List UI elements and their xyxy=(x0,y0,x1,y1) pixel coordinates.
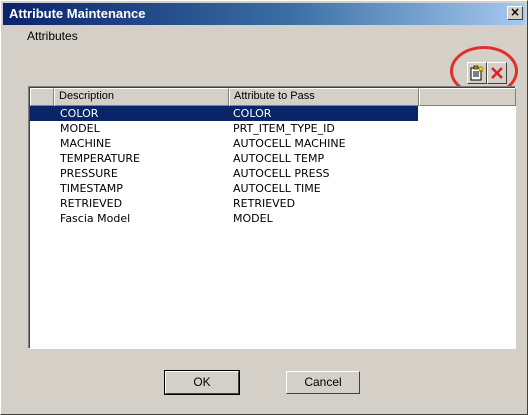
list-rows: COLOR COLOR MODEL PRT_ITEM_TYPE_ID MACHI… xyxy=(30,106,516,226)
table-row[interactable]: Fascia Model MODEL xyxy=(30,211,516,226)
title-bar[interactable]: Attribute Maintenance × xyxy=(3,3,525,25)
cell-attribute: PRT_ITEM_TYPE_ID xyxy=(233,122,335,135)
table-row[interactable]: RETRIEVED RETRIEVED xyxy=(30,196,516,211)
table-row[interactable]: TIMESTAMP AUTOCELL TIME xyxy=(30,181,516,196)
attributes-list[interactable]: Description Attribute to Pass COLOR COLO… xyxy=(28,86,516,349)
cell-attribute: RETRIEVED xyxy=(233,197,296,210)
header-filler xyxy=(419,88,516,106)
new-record-icon xyxy=(470,65,485,81)
cell-attribute: MODEL xyxy=(233,212,273,225)
ok-button[interactable]: OK xyxy=(164,370,240,395)
cell-attribute: AUTOCELL MACHINE xyxy=(233,137,346,150)
cell-description: RETRIEVED xyxy=(60,197,123,210)
window-title: Attribute Maintenance xyxy=(9,6,146,21)
cancel-button[interactable]: Cancel xyxy=(286,371,360,394)
attributes-group-label: Attributes xyxy=(27,29,78,43)
column-header-description[interactable]: Description xyxy=(54,88,229,106)
cell-description: MACHINE xyxy=(60,137,112,150)
delete-record-button[interactable] xyxy=(487,62,507,84)
cell-description: Fascia Model xyxy=(60,212,131,225)
cell-description: PRESSURE xyxy=(60,167,118,180)
cell-description: TIMESTAMP xyxy=(60,182,123,195)
cell-description: TEMPERATURE xyxy=(60,152,140,165)
table-row[interactable]: MODEL PRT_ITEM_TYPE_ID xyxy=(30,121,516,136)
header-selector-cell[interactable] xyxy=(30,88,54,106)
cell-description: MODEL xyxy=(60,122,100,135)
table-row[interactable]: PRESSURE AUTOCELL PRESS xyxy=(30,166,516,181)
cell-attribute: COLOR xyxy=(233,107,272,120)
table-row[interactable]: COLOR COLOR xyxy=(30,106,418,121)
close-button[interactable]: × xyxy=(507,6,523,20)
table-row[interactable]: MACHINE AUTOCELL MACHINE xyxy=(30,136,516,151)
delete-x-icon xyxy=(491,67,503,79)
attribute-maintenance-dialog: Attribute Maintenance × Attributes Descr… xyxy=(0,0,528,415)
cell-attribute: AUTOCELL PRESS xyxy=(233,167,330,180)
cell-attribute: AUTOCELL TEMP xyxy=(233,152,325,165)
column-header-attribute-to-pass[interactable]: Attribute to Pass xyxy=(229,88,419,106)
list-header: Description Attribute to Pass xyxy=(30,88,516,106)
cell-description: COLOR xyxy=(60,107,99,120)
new-record-button[interactable] xyxy=(467,62,487,84)
table-row[interactable]: TEMPERATURE AUTOCELL TEMP xyxy=(30,151,516,166)
cell-attribute: AUTOCELL TIME xyxy=(233,182,321,195)
